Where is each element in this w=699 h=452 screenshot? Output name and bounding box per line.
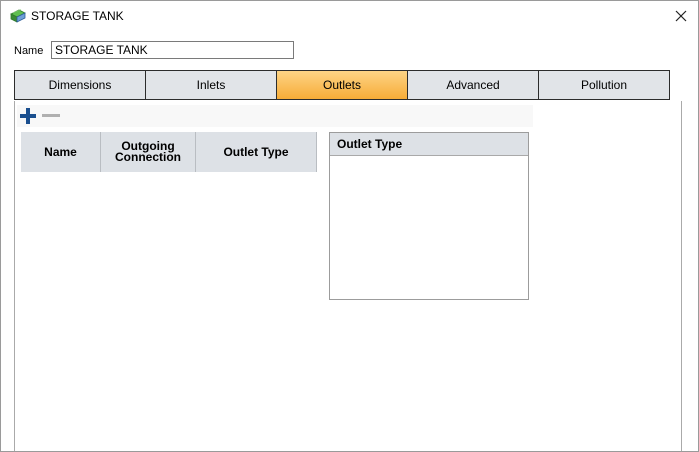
tab-pollution[interactable]: Pollution (538, 70, 670, 100)
outlets-grid-header: Name Outgoing Connection Outlet Type (21, 132, 317, 172)
tab-dimensions[interactable]: Dimensions (14, 70, 146, 100)
minus-icon[interactable] (42, 108, 60, 124)
tab-strip: Dimensions Inlets Outlets Advanced Pollu… (14, 70, 670, 102)
column-header-outlet-type[interactable]: Outlet Type (196, 132, 317, 172)
name-label: Name (14, 45, 44, 57)
tab-outlets[interactable]: Outlets (276, 70, 408, 100)
tab-inlets[interactable]: Inlets (145, 70, 277, 100)
column-header-name[interactable]: Name (21, 132, 101, 172)
close-icon[interactable] (670, 5, 692, 27)
plus-icon[interactable] (20, 108, 36, 124)
column-header-outgoing-connection[interactable]: Outgoing Connection (101, 132, 196, 172)
outlet-type-panel-header: Outlet Type (330, 133, 528, 156)
outlet-type-panel: Outlet Type (329, 132, 529, 300)
storage-tank-icon (10, 9, 26, 23)
storage-tank-dialog: STORAGE TANK Name STORAGE TANK Dimension… (0, 0, 699, 452)
grid-toolbar (17, 105, 533, 127)
window-title: STORAGE TANK (31, 9, 124, 23)
tab-advanced[interactable]: Advanced (407, 70, 539, 100)
name-field[interactable]: STORAGE TANK (51, 41, 294, 59)
title-bar: STORAGE TANK (1, 1, 698, 31)
